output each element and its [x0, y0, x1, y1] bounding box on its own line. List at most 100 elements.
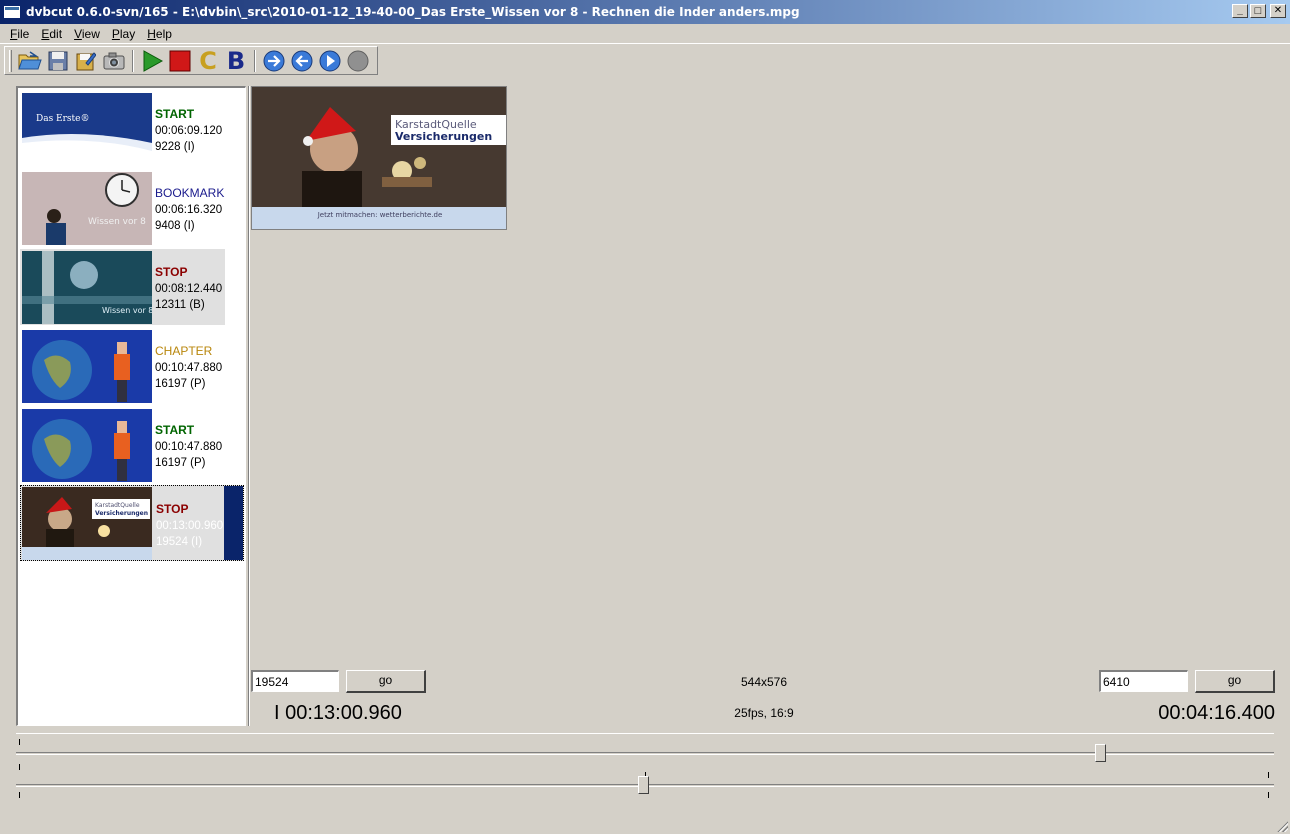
selection-highlight [224, 486, 243, 560]
previous-marker-button[interactable] [288, 48, 316, 74]
record-button[interactable] [344, 48, 372, 74]
marker-type: BOOKMARK [155, 186, 225, 200]
resize-grip-icon[interactable] [1276, 820, 1288, 832]
chapter-button[interactable]: C [194, 48, 222, 74]
list-item[interactable]: Wissen vor 8 BOOKMARK 00:06:16.320 9408 … [20, 170, 225, 246]
thumbnail [22, 409, 152, 482]
thumbnail-text: Das Erste® [36, 114, 90, 124]
thumbnail: Wissen vor 8 [22, 172, 152, 245]
resolution-label: 544x576 [740, 675, 788, 689]
menu-help-accel: H [147, 26, 156, 41]
menu-play-accel: P [111, 26, 120, 41]
bottom-slider-handle[interactable] [638, 776, 650, 794]
marker-frame: 9408 (I) [155, 220, 195, 232]
current-position-time: I 00:13:00.960 [274, 702, 402, 724]
toolbar: C B [4, 46, 378, 75]
forward-button[interactable] [316, 48, 344, 74]
marker-frame: 9228 (I) [155, 141, 195, 153]
marker-type: CHAPTER [155, 344, 213, 358]
thumbnail: KarstadtQuelle Versicherungen [22, 487, 152, 560]
slider-tick [1268, 772, 1269, 778]
window-title: dvbcut 0.6.0-svn/165 - E:\dvbin\_src\201… [26, 5, 800, 19]
marker-time: 00:08:12.440 [155, 283, 223, 295]
thumbnail: Das Erste® [22, 93, 152, 166]
marker-time: 00:10:47.880 [155, 362, 223, 374]
marker-time: 00:10:47.880 [155, 441, 223, 453]
list-item[interactable]: Wissen vor 8 STOP 00:08:12.440 12311 (B) [20, 249, 225, 325]
toolbar-separator [254, 49, 256, 72]
format-label: 25fps, 16:9 [734, 706, 794, 720]
menu-view[interactable]: View [68, 27, 106, 41]
menu-help-label: elp [155, 26, 172, 41]
floppy-disk-icon [48, 51, 68, 70]
toolbar-grip[interactable] [9, 49, 12, 72]
marker-type: STOP [156, 502, 189, 516]
marker-type: STOP [155, 265, 188, 279]
play-button[interactable] [138, 48, 166, 74]
list-item[interactable]: Das Erste® START 00:06:09.120 9228 (I) [20, 91, 225, 167]
bookmark-icon: B [226, 46, 246, 75]
marker-frame: 19524 (I) [156, 536, 203, 548]
svg-text:KarstadtQuelle: KarstadtQuelle [95, 502, 140, 509]
list-item[interactable]: CHAPTER 00:10:47.880 16197 (P) [20, 328, 225, 404]
slider-tick [19, 739, 20, 745]
list-item[interactable]: START 00:10:47.880 16197 (P) [20, 407, 225, 483]
marker-type: START [155, 423, 195, 437]
right-go-button[interactable]: go [1195, 670, 1275, 693]
slider-tick [1268, 792, 1269, 798]
menu-file-label: ile [17, 26, 30, 41]
thumbnail [22, 330, 152, 403]
toolbar-separator [132, 49, 134, 72]
top-slider-track[interactable] [16, 752, 1274, 755]
menu-edit-label: dit [49, 26, 63, 41]
right-frame-input[interactable] [1099, 670, 1188, 692]
left-frame-input[interactable] [251, 670, 339, 692]
save-button[interactable] [44, 48, 72, 74]
app-icon [4, 6, 20, 18]
menu-edit[interactable]: Edit [35, 27, 68, 41]
marker-frame: 12311 (B) [155, 299, 205, 311]
splitter[interactable] [248, 86, 250, 726]
save-as-button[interactable] [72, 48, 100, 74]
preview-logo-line2: Versicherungen [395, 130, 492, 143]
folder-open-icon [18, 50, 42, 69]
minimize-button[interactable]: _ [1232, 4, 1248, 18]
menu-help[interactable]: Help [141, 27, 178, 41]
open-button[interactable] [16, 48, 44, 74]
play-circle-icon [319, 50, 341, 71]
menu-view-accel: V [74, 26, 82, 41]
marker-type: START [155, 107, 195, 121]
marker-time: 00:06:09.120 [155, 125, 223, 137]
thumbnail-text: Wissen vor 8 [102, 306, 152, 315]
video-preview: KarstadtQuelle Versicherungen Jetzt mitm… [251, 86, 507, 230]
slider-divider [16, 733, 1274, 734]
close-button[interactable]: ✕ [1270, 4, 1286, 18]
save-as-icon [76, 51, 96, 70]
menu-file[interactable]: File [4, 27, 35, 41]
marker-time: 00:06:16.320 [155, 204, 223, 216]
marker-list[interactable]: Das Erste® START 00:06:09.120 9228 (I) W… [16, 86, 246, 726]
svg-text:Versicherungen: Versicherungen [95, 510, 148, 517]
thumbnail-text: Wissen vor 8 [88, 217, 146, 227]
arrow-right-circle-icon [263, 50, 285, 71]
menu-play[interactable]: Play [106, 27, 141, 41]
play-icon [143, 49, 163, 72]
thumbnail: Wissen vor 8 [22, 251, 152, 324]
stop-button[interactable] [166, 48, 194, 74]
left-go-button[interactable]: go [346, 670, 426, 693]
list-item-selected[interactable]: KarstadtQuelle Versicherungen STOP 00:13… [20, 485, 244, 561]
preview-position-time: 00:04:16.400 [1158, 702, 1275, 724]
next-marker-button[interactable] [260, 48, 288, 74]
preview-caption: Jetzt mitmachen: wetterberichte.de [317, 211, 443, 219]
marker-frame: 16197 (P) [155, 378, 206, 390]
slider-tick [19, 764, 20, 770]
circle-icon [347, 50, 369, 71]
menu-view-label: iew [81, 26, 100, 41]
bookmark-button[interactable]: B [222, 48, 250, 74]
menu-play-label: lay [119, 26, 136, 41]
top-slider-handle[interactable] [1094, 744, 1106, 762]
snapshot-button[interactable] [100, 48, 128, 74]
maximize-button[interactable]: □ [1250, 4, 1266, 18]
chapter-icon: C [199, 46, 217, 75]
slider-tick [19, 792, 20, 798]
